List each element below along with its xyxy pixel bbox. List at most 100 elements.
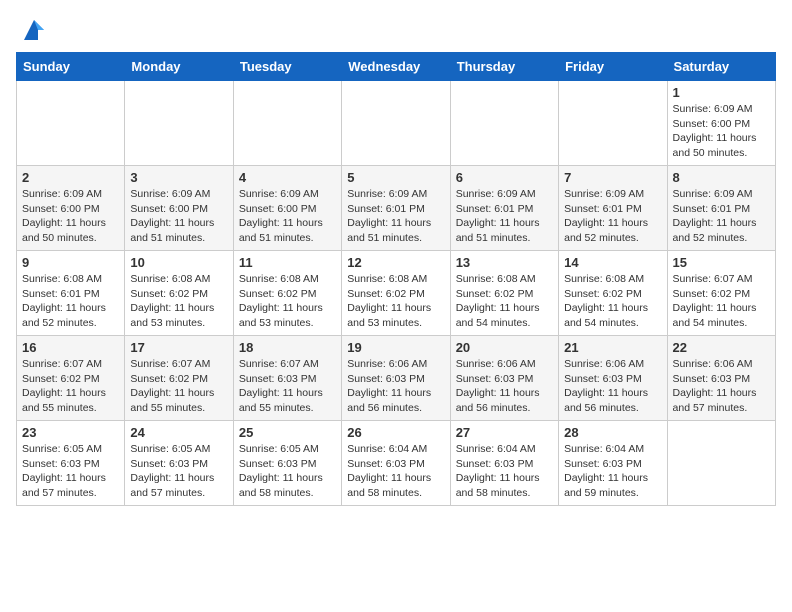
- day-number: 26: [347, 425, 444, 440]
- calendar-cell: [342, 81, 450, 166]
- calendar-cell: 11 Sunrise: 6:08 AM Sunset: 6:02 PM Dayli…: [233, 251, 341, 336]
- day-number: 27: [456, 425, 553, 440]
- day-number: 11: [239, 255, 336, 270]
- calendar-week-1: 1 Sunrise: 6:09 AM Sunset: 6:00 PM Daylig…: [17, 81, 776, 166]
- calendar-cell: 17 Sunrise: 6:07 AM Sunset: 6:02 PM Dayli…: [125, 336, 233, 421]
- col-header-tuesday: Tuesday: [233, 53, 341, 81]
- calendar-cell: 9 Sunrise: 6:08 AM Sunset: 6:01 PM Daylig…: [17, 251, 125, 336]
- day-number: 4: [239, 170, 336, 185]
- day-number: 22: [673, 340, 770, 355]
- calendar-cell: 16 Sunrise: 6:07 AM Sunset: 6:02 PM Dayli…: [17, 336, 125, 421]
- day-number: 18: [239, 340, 336, 355]
- day-info: Sunrise: 6:08 AM Sunset: 6:01 PM Dayligh…: [22, 272, 119, 331]
- calendar-cell: 2 Sunrise: 6:09 AM Sunset: 6:00 PM Daylig…: [17, 166, 125, 251]
- calendar-cell: [17, 81, 125, 166]
- calendar-cell: 13Sunrise: 6:08 AM Sunset: 6:02 PM Dayli…: [450, 251, 558, 336]
- calendar-cell: 21 Sunrise: 6:06 AM Sunset: 6:03 PM Dayli…: [559, 336, 667, 421]
- calendar-cell: [125, 81, 233, 166]
- calendar-cell: 12 Sunrise: 6:08 AM Sunset: 6:02 PM Dayli…: [342, 251, 450, 336]
- calendar-cell: [450, 81, 558, 166]
- day-info: Sunrise: 6:05 AM Sunset: 6:03 PM Dayligh…: [22, 442, 119, 501]
- day-number: 21: [564, 340, 661, 355]
- day-info: Sunrise: 6:05 AM Sunset: 6:03 PM Dayligh…: [239, 442, 336, 501]
- calendar-cell: 27 Sunrise: 6:04 AM Sunset: 6:03 PM Dayli…: [450, 421, 558, 506]
- day-info: Sunrise: 6:09 AM Sunset: 6:00 PM Dayligh…: [673, 102, 770, 161]
- calendar-cell: 22 Sunrise: 6:06 AM Sunset: 6:03 PM Dayli…: [667, 336, 775, 421]
- calendar-cell: 4 Sunrise: 6:09 AM Sunset: 6:00 PM Daylig…: [233, 166, 341, 251]
- calendar-cell: 7 Sunrise: 6:09 AM Sunset: 6:01 PM Daylig…: [559, 166, 667, 251]
- day-number: 28: [564, 425, 661, 440]
- day-info: Sunrise: 6:04 AM Sunset: 6:03 PM Dayligh…: [347, 442, 444, 501]
- logo-icon: [20, 16, 48, 44]
- calendar-cell: 18 Sunrise: 6:07 AM Sunset: 6:03 PM Dayli…: [233, 336, 341, 421]
- day-number: 8: [673, 170, 770, 185]
- col-header-monday: Monday: [125, 53, 233, 81]
- day-info: Sunrise: 6:07 AM Sunset: 6:02 PM Dayligh…: [673, 272, 770, 331]
- calendar-cell: 24 Sunrise: 6:05 AM Sunset: 6:03 PM Dayli…: [125, 421, 233, 506]
- day-info: Sunrise: 6:09 AM Sunset: 6:01 PM Dayligh…: [673, 187, 770, 246]
- day-info: Sunrise: 6:09 AM Sunset: 6:00 PM Dayligh…: [130, 187, 227, 246]
- day-number: 14: [564, 255, 661, 270]
- col-header-friday: Friday: [559, 53, 667, 81]
- calendar-cell: 19Sunrise: 6:06 AM Sunset: 6:03 PM Dayli…: [342, 336, 450, 421]
- calendar-header-row: SundayMondayTuesdayWednesdayThursdayFrid…: [17, 53, 776, 81]
- day-number: 5: [347, 170, 444, 185]
- day-number: 15: [673, 255, 770, 270]
- day-info: Sunrise: 6:05 AM Sunset: 6:03 PM Dayligh…: [130, 442, 227, 501]
- calendar-cell: 25 Sunrise: 6:05 AM Sunset: 6:03 PM Dayli…: [233, 421, 341, 506]
- day-number: 24: [130, 425, 227, 440]
- calendar-cell: 3 Sunrise: 6:09 AM Sunset: 6:00 PM Daylig…: [125, 166, 233, 251]
- col-header-wednesday: Wednesday: [342, 53, 450, 81]
- day-number: 7: [564, 170, 661, 185]
- col-header-saturday: Saturday: [667, 53, 775, 81]
- calendar-cell: 28 Sunrise: 6:04 AM Sunset: 6:03 PM Dayli…: [559, 421, 667, 506]
- calendar-cell: 15 Sunrise: 6:07 AM Sunset: 6:02 PM Dayli…: [667, 251, 775, 336]
- day-number: 16: [22, 340, 119, 355]
- day-number: 20: [456, 340, 553, 355]
- day-info: Sunrise: 6:09 AM Sunset: 6:01 PM Dayligh…: [456, 187, 553, 246]
- day-number: 12: [347, 255, 444, 270]
- logo: [16, 16, 48, 44]
- page-header: [16, 16, 776, 44]
- day-info: Sunrise: 6:06 AM Sunset: 6:03 PM Dayligh…: [564, 357, 661, 416]
- calendar-week-5: 23 Sunrise: 6:05 AM Sunset: 6:03 PM Dayli…: [17, 421, 776, 506]
- col-header-sunday: Sunday: [17, 53, 125, 81]
- calendar-table: SundayMondayTuesdayWednesdayThursdayFrid…: [16, 52, 776, 506]
- day-info: Sunrise: 6:09 AM Sunset: 6:00 PM Dayligh…: [22, 187, 119, 246]
- day-info: Sunrise: 6:04 AM Sunset: 6:03 PM Dayligh…: [564, 442, 661, 501]
- calendar-week-3: 9 Sunrise: 6:08 AM Sunset: 6:01 PM Daylig…: [17, 251, 776, 336]
- day-number: 2: [22, 170, 119, 185]
- day-info: Sunrise: 6:07 AM Sunset: 6:02 PM Dayligh…: [22, 357, 119, 416]
- day-number: 3: [130, 170, 227, 185]
- calendar-week-2: 2 Sunrise: 6:09 AM Sunset: 6:00 PM Daylig…: [17, 166, 776, 251]
- day-info: Sunrise: 6:08 AM Sunset: 6:02 PM Dayligh…: [456, 272, 553, 331]
- day-info: Sunrise: 6:07 AM Sunset: 6:02 PM Dayligh…: [130, 357, 227, 416]
- day-number: 9: [22, 255, 119, 270]
- calendar-cell: 8 Sunrise: 6:09 AM Sunset: 6:01 PM Daylig…: [667, 166, 775, 251]
- day-info: Sunrise: 6:08 AM Sunset: 6:02 PM Dayligh…: [347, 272, 444, 331]
- day-info: Sunrise: 6:04 AM Sunset: 6:03 PM Dayligh…: [456, 442, 553, 501]
- calendar-cell: 14 Sunrise: 6:08 AM Sunset: 6:02 PM Dayli…: [559, 251, 667, 336]
- day-info: Sunrise: 6:06 AM Sunset: 6:03 PM Dayligh…: [456, 357, 553, 416]
- day-number: 1: [673, 85, 770, 100]
- day-number: 25: [239, 425, 336, 440]
- calendar-cell: [233, 81, 341, 166]
- day-info: Sunrise: 6:08 AM Sunset: 6:02 PM Dayligh…: [564, 272, 661, 331]
- day-info: Sunrise: 6:06 AM Sunset: 6:03 PM Dayligh…: [673, 357, 770, 416]
- calendar-cell: 23 Sunrise: 6:05 AM Sunset: 6:03 PM Dayli…: [17, 421, 125, 506]
- day-info: Sunrise: 6:09 AM Sunset: 6:01 PM Dayligh…: [564, 187, 661, 246]
- calendar-cell: 5 Sunrise: 6:09 AM Sunset: 6:01 PM Daylig…: [342, 166, 450, 251]
- day-info: Sunrise: 6:07 AM Sunset: 6:03 PM Dayligh…: [239, 357, 336, 416]
- day-number: 23: [22, 425, 119, 440]
- col-header-thursday: Thursday: [450, 53, 558, 81]
- day-number: 6: [456, 170, 553, 185]
- day-number: 10: [130, 255, 227, 270]
- day-info: Sunrise: 6:09 AM Sunset: 6:00 PM Dayligh…: [239, 187, 336, 246]
- calendar-week-4: 16 Sunrise: 6:07 AM Sunset: 6:02 PM Dayli…: [17, 336, 776, 421]
- calendar-cell: [667, 421, 775, 506]
- day-info: Sunrise: 6:08 AM Sunset: 6:02 PM Dayligh…: [239, 272, 336, 331]
- day-info: Sunrise: 6:06 AM Sunset: 6:03 PM Dayligh…: [347, 357, 444, 416]
- day-info: Sunrise: 6:09 AM Sunset: 6:01 PM Dayligh…: [347, 187, 444, 246]
- day-number: 17: [130, 340, 227, 355]
- day-info: Sunrise: 6:08 AM Sunset: 6:02 PM Dayligh…: [130, 272, 227, 331]
